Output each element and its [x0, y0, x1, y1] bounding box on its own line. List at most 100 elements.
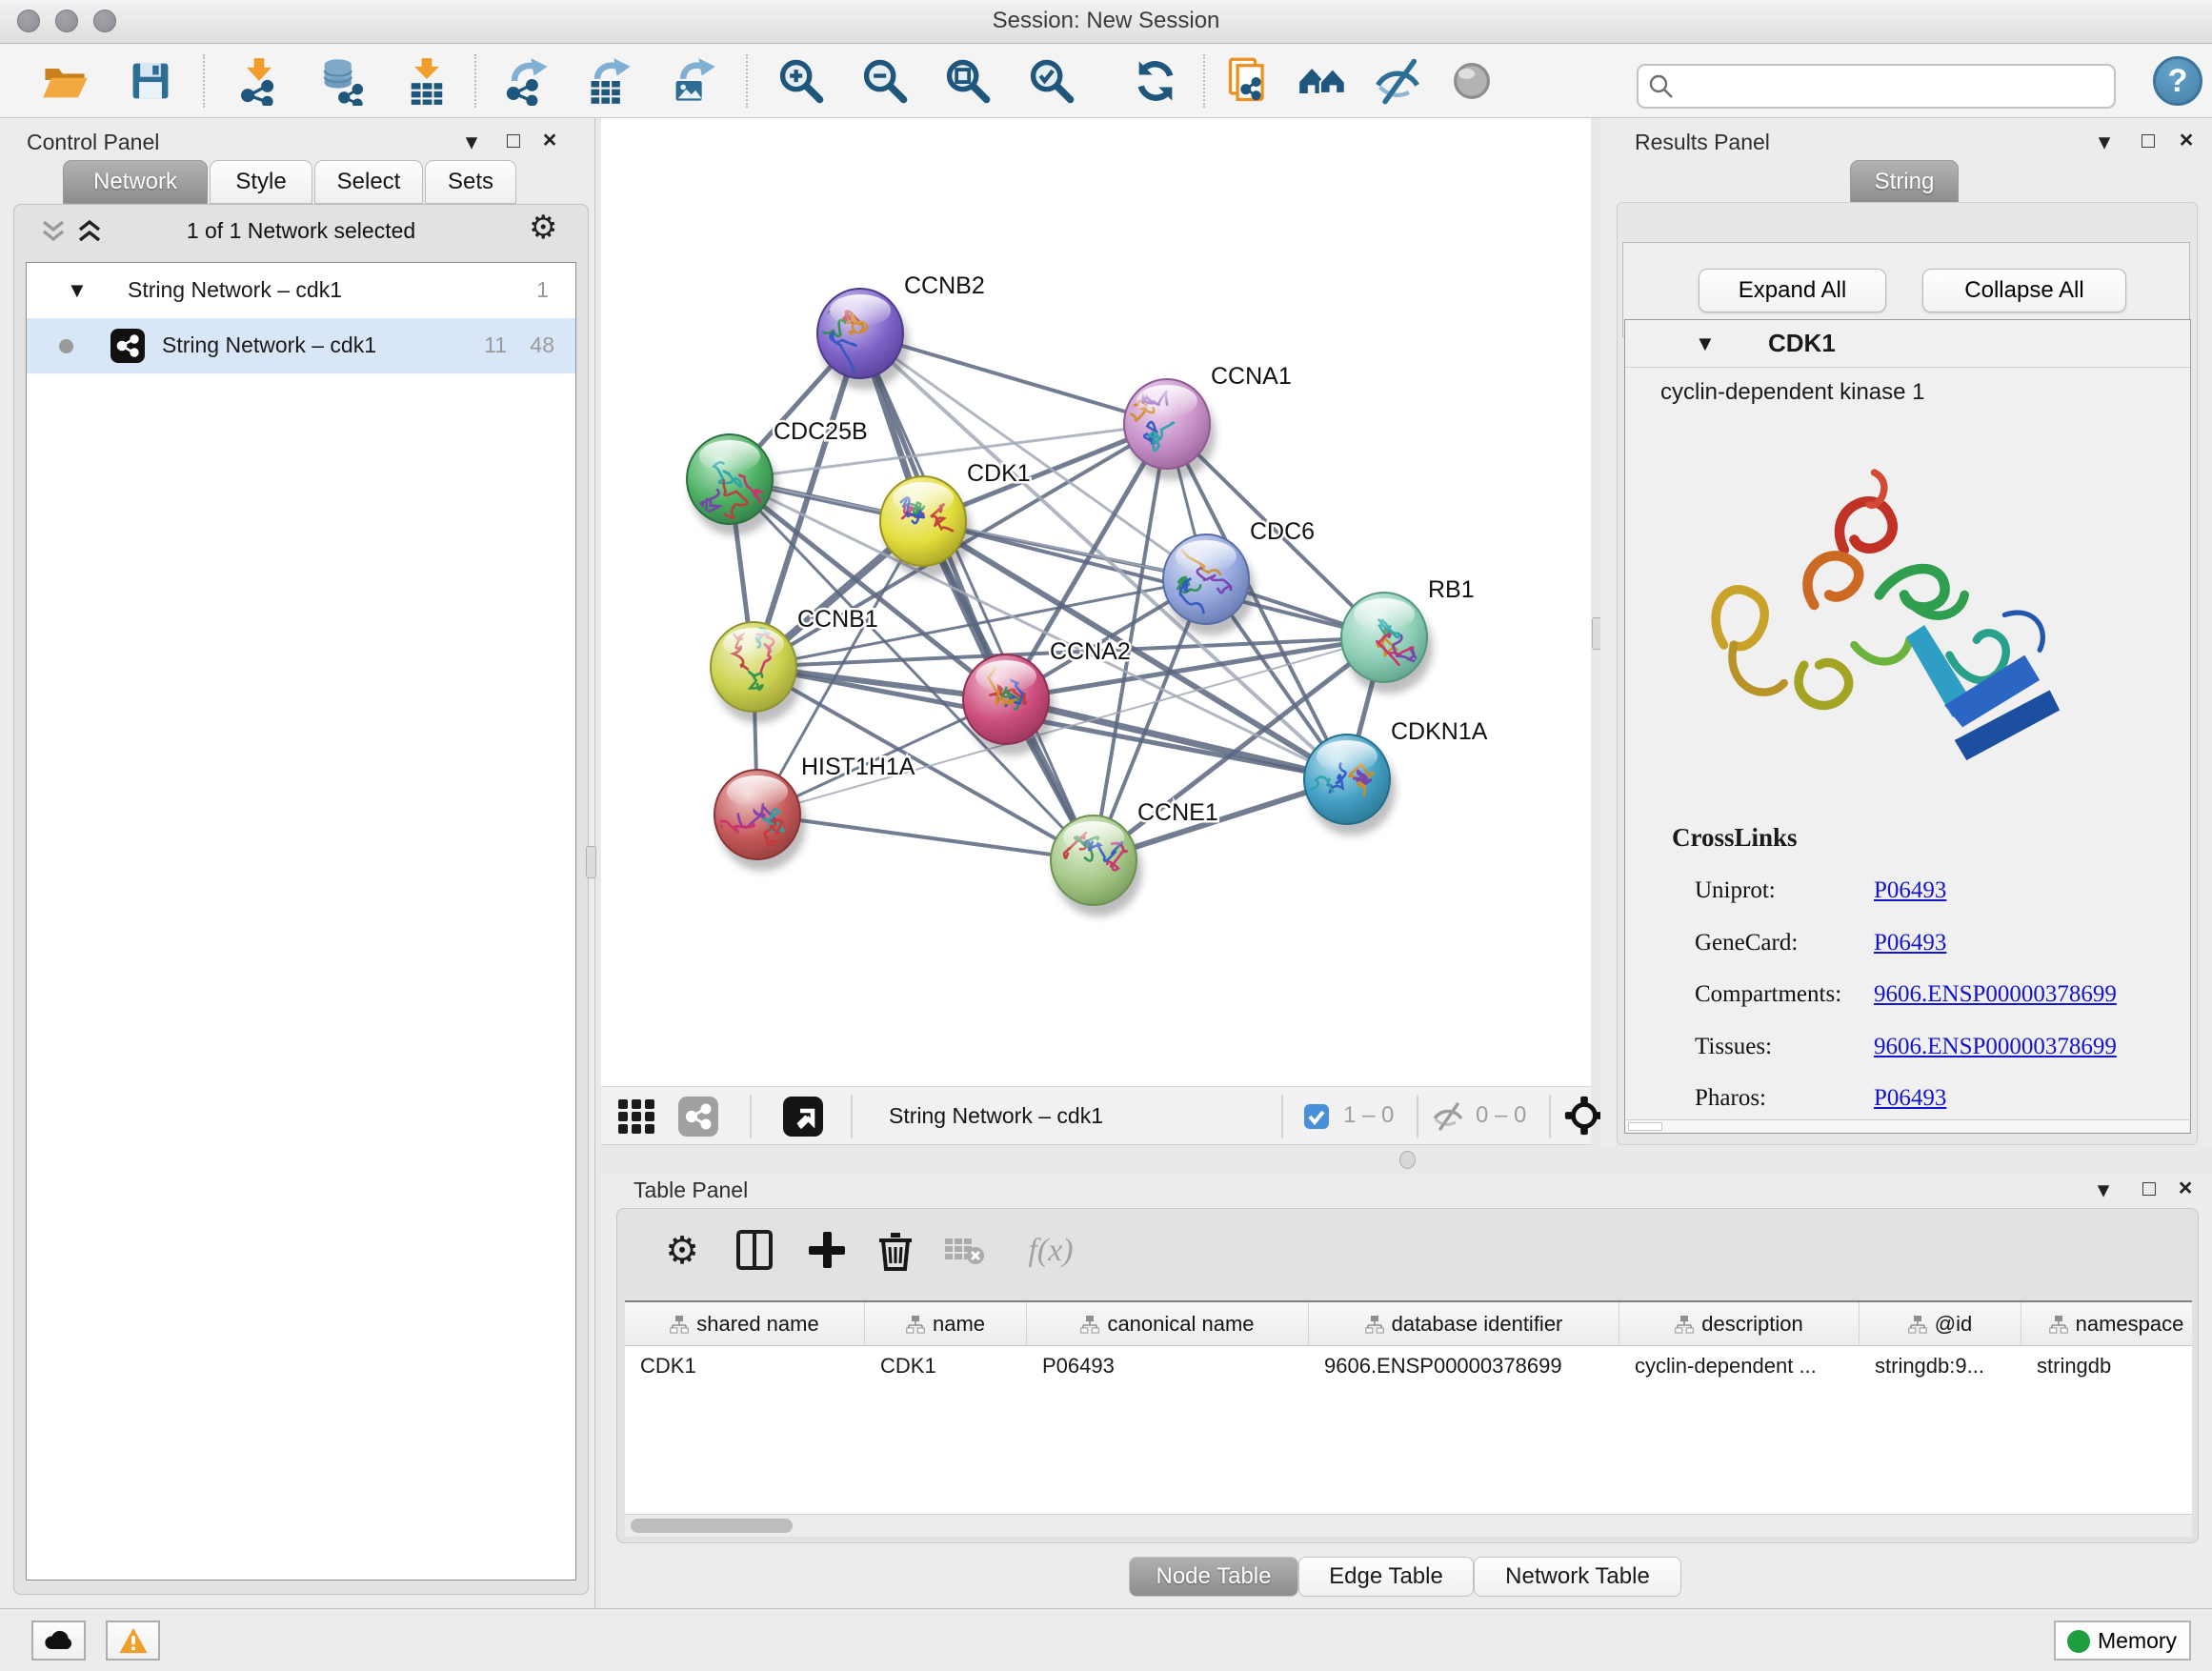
column-header-description[interactable]: description: [1619, 1302, 1860, 1345]
import-table-from-file-button[interactable]: [402, 56, 452, 106]
warnings-button[interactable]: [106, 1621, 160, 1661]
tab-network-table[interactable]: Network Table: [1474, 1557, 1681, 1597]
memory-button[interactable]: Memory: [2054, 1621, 2191, 1661]
zoom-selected-button[interactable]: [1026, 56, 1076, 106]
column-header-name[interactable]: name: [865, 1302, 1027, 1345]
column-header-shared-name[interactable]: shared name: [625, 1302, 865, 1345]
help-button[interactable]: ?: [2153, 56, 2202, 106]
network-canvas[interactable]: CCNB2CCNA1CDC25BCDK1CDC6RB1CCNB1CCNA2CDK…: [601, 118, 1591, 1086]
column-type-icon: [906, 1315, 925, 1334]
gene-section-header[interactable]: ▼ CDK1: [1625, 320, 2190, 368]
network-node-HIST1H1A[interactable]: HIST1H1A: [714, 754, 915, 871]
show-graphics-details-button[interactable]: [1447, 56, 1497, 106]
crosslink-pharos-link[interactable]: P06493: [1874, 1085, 1946, 1112]
column-header-canonical-name[interactable]: canonical name: [1027, 1302, 1309, 1345]
window-title: Session: New Session: [0, 0, 2212, 42]
string-view-button[interactable]: [677, 1096, 719, 1137]
tab-network[interactable]: Network: [63, 160, 208, 204]
edges[interactable]: [730, 333, 1384, 860]
open-file-button[interactable]: [40, 56, 90, 106]
zoom-fit-button[interactable]: [942, 56, 992, 106]
splitter-grip-dot[interactable]: [1399, 1151, 1416, 1169]
section-scrollbar[interactable]: [1626, 1119, 2189, 1132]
section-collapse-caret-icon[interactable]: ▼: [1695, 332, 1716, 356]
gene-symbol: CDK1: [1768, 329, 1836, 358]
export-table-button[interactable]: [585, 56, 634, 106]
selected-checkbox-icon[interactable]: [1303, 1103, 1330, 1130]
float-panel-icon[interactable]: □: [497, 128, 530, 153]
panel-menu-caret-icon[interactable]: ▾: [455, 128, 488, 156]
import-network-from-file-button[interactable]: [234, 56, 284, 106]
scrollbar-thumb[interactable]: [1628, 1122, 1662, 1131]
network-node-CCNB1[interactable]: CCNB1: [711, 606, 878, 723]
table-cell: CDK1: [625, 1346, 865, 1388]
show-grid-button[interactable]: [616, 1096, 658, 1137]
close-panel-icon[interactable]: ×: [2169, 1175, 2202, 1202]
create-column-button[interactable]: [802, 1226, 852, 1276]
import-network-from-database-button[interactable]: [316, 56, 366, 106]
close-window-button[interactable]: [17, 10, 40, 32]
tab-string[interactable]: String: [1850, 160, 1959, 204]
column-header-database-identifier[interactable]: database identifier: [1309, 1302, 1619, 1345]
table-horizontal-scrollbar[interactable]: [625, 1514, 2192, 1537]
tab-select[interactable]: Select: [314, 160, 423, 204]
column-header-namespace[interactable]: namespace: [2021, 1302, 2192, 1345]
fit-selected-button[interactable]: [1563, 1095, 1605, 1137]
column-header-id[interactable]: @id: [1860, 1302, 2021, 1345]
network-row[interactable]: String Network – cdk1 11 48: [27, 318, 575, 373]
network-graph[interactable]: CCNB2CCNA1CDC25BCDK1CDC6RB1CCNB1CCNA2CDK…: [601, 118, 1591, 1086]
crosslink-genecard-link[interactable]: P06493: [1874, 930, 1946, 956]
network-list-options-button[interactable]: ⚙: [529, 209, 557, 247]
network-node-CDC6[interactable]: CDC6: [1160, 518, 1315, 635]
network-view-toolbar: String Network – cdk1 1 – 0 0 – 0: [601, 1086, 1591, 1145]
table-panel-title: Table Panel: [633, 1178, 748, 1203]
cloud-status-button[interactable]: [31, 1621, 86, 1661]
minimize-window-button[interactable]: [55, 10, 78, 32]
expand-all-button[interactable]: Expand All: [1699, 269, 1886, 312]
hide-selected-button[interactable]: [1373, 56, 1422, 106]
node-table[interactable]: shared namenamecanonical namedatabase id…: [625, 1300, 2192, 1537]
delete-column-button[interactable]: [871, 1226, 920, 1276]
tree-expand-caret-icon[interactable]: ▼: [67, 278, 88, 303]
close-panel-icon[interactable]: ×: [2170, 127, 2202, 154]
zoom-out-button[interactable]: [859, 56, 909, 106]
crosslink-compartments-link[interactable]: 9606.ENSP00000378699: [1874, 981, 2117, 1008]
save-session-button[interactable]: [126, 56, 175, 106]
network-list-panel: 1 of 1 Network selected ⚙ ▼ String Netwo…: [13, 204, 589, 1595]
houses-button[interactable]: [1297, 56, 1347, 106]
export-network-button[interactable]: [502, 56, 552, 106]
export-image-button[interactable]: [669, 56, 718, 106]
show-column-chooser-button[interactable]: [730, 1226, 779, 1276]
tab-sets[interactable]: Sets: [425, 160, 516, 204]
close-panel-icon[interactable]: ×: [533, 127, 566, 154]
panel-menu-caret-icon[interactable]: ▾: [2087, 1176, 2120, 1204]
table-row[interactable]: CDK1CDK1P064939606.ENSP00000378699cyclin…: [625, 1346, 2192, 1388]
crosslink-row: GeneCard:P06493: [1625, 920, 2190, 972]
tab-edge-table[interactable]: Edge Table: [1298, 1557, 1474, 1597]
new-network-from-selection-button[interactable]: [1224, 56, 1274, 106]
network-collection-row[interactable]: ▼ String Network – cdk1 1: [27, 263, 575, 318]
float-panel-icon[interactable]: □: [2133, 1176, 2165, 1201]
tab-node-table[interactable]: Node Table: [1129, 1557, 1298, 1597]
zoom-window-button[interactable]: [93, 10, 116, 32]
scrollbar-thumb[interactable]: [631, 1519, 793, 1533]
panel-splitter-grip[interactable]: [586, 846, 596, 878]
tab-style[interactable]: Style: [210, 160, 312, 204]
collapse-all-button[interactable]: Collapse All: [1922, 269, 2126, 312]
search-input[interactable]: [1682, 74, 2104, 99]
open-in-new-window-button[interactable]: [782, 1096, 824, 1137]
horizontal-splitter[interactable]: [601, 1145, 2212, 1174]
delete-table-button[interactable]: [939, 1226, 989, 1276]
crosslink-tissues-link[interactable]: 9606.ENSP00000378699: [1874, 1034, 2117, 1060]
float-panel-icon[interactable]: □: [2132, 128, 2164, 153]
crosslink-uniprot-link[interactable]: P06493: [1874, 877, 1946, 904]
zoom-in-button[interactable]: [775, 56, 825, 106]
apply-layout-button[interactable]: [1131, 56, 1180, 106]
network-node-RB1[interactable]: RB1: [1341, 576, 1475, 694]
refresh-icon: [1131, 56, 1180, 106]
table-options-button[interactable]: ⚙: [657, 1226, 707, 1276]
hidden-eye-slash-icon[interactable]: [1432, 1101, 1464, 1132]
function-builder-button[interactable]: f(x): [1008, 1226, 1094, 1276]
network-label: String Network – cdk1: [162, 332, 376, 358]
panel-menu-caret-icon[interactable]: ▾: [2088, 128, 2121, 156]
